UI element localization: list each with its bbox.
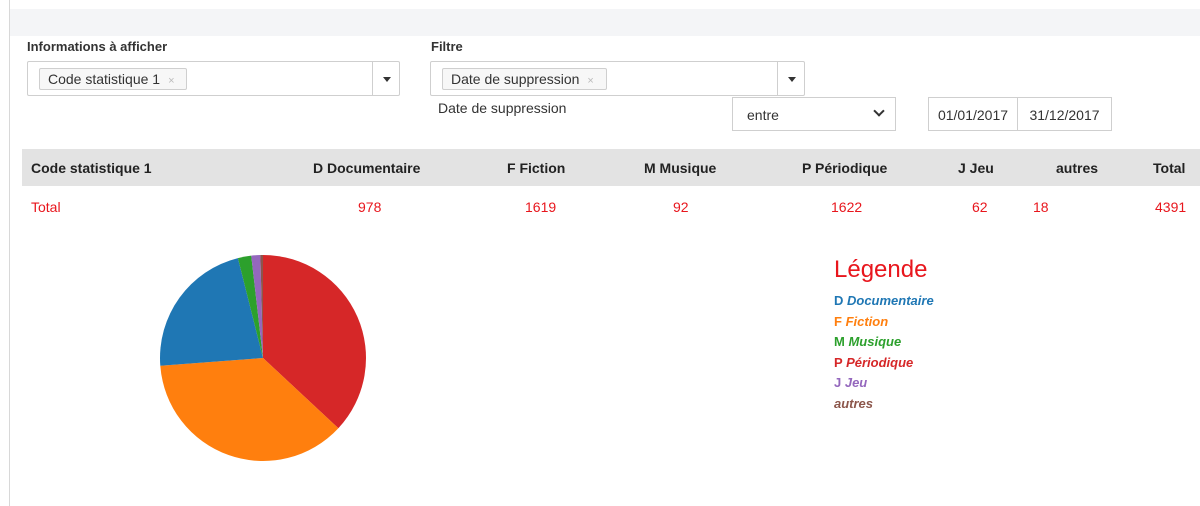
legend-item-code: P: [834, 354, 847, 370]
filter-tag: Date de suppression ×: [442, 68, 607, 90]
display-info-select[interactable]: Code statistique 1 ×: [27, 61, 400, 96]
legend-item-name: Jeu: [844, 375, 868, 390]
legend-item: D Documentaire: [834, 293, 934, 308]
legend-item-name: Musique: [848, 334, 902, 349]
date-from-input[interactable]: 01/01/2017: [928, 97, 1018, 131]
filter-label: Filtre: [431, 39, 463, 54]
date-from-value: 01/01/2017: [937, 107, 1009, 123]
display-tag: Code statistique 1 ×: [39, 68, 187, 90]
table-header: [22, 149, 1200, 186]
filter-tag-remove-icon[interactable]: ×: [587, 75, 593, 87]
legend-item-code: M: [834, 334, 849, 349]
display-tag-label: Code statistique 1: [48, 71, 161, 87]
total-all: 4391: [1155, 199, 1187, 215]
legend-item: F Fiction: [834, 314, 888, 329]
col-header-jeu[interactable]: J Jeu: [958, 160, 994, 176]
filter-select-caret-icon[interactable]: [788, 77, 796, 82]
legend-item: J Jeu: [834, 375, 867, 390]
display-tag-remove-icon[interactable]: ×: [168, 75, 174, 87]
col-header-musique[interactable]: M Musique: [644, 160, 716, 176]
total-musique: 92: [673, 199, 689, 215]
legend-item: P Périodique: [834, 355, 913, 370]
operator-select[interactable]: entre: [732, 97, 896, 131]
col-header-fiction[interactable]: F Fiction: [507, 160, 565, 176]
total-jeu: 62: [972, 199, 988, 215]
legend-item-name: Documentaire: [847, 293, 934, 308]
pie-chart: [160, 255, 366, 461]
total-fiction: 1619: [525, 199, 557, 215]
legend-item: M Musique: [834, 334, 901, 349]
legend-title: Légende: [834, 256, 928, 283]
legend-item-name: Périodique: [846, 354, 914, 370]
col-header-total[interactable]: Total: [1153, 160, 1185, 176]
legend-item-code: D: [834, 293, 847, 308]
col-header-autres[interactable]: autres: [1056, 160, 1098, 176]
legend-item-code: J: [834, 375, 845, 390]
col-header-code[interactable]: Code statistique 1: [31, 160, 152, 176]
filter-select-divider: [777, 62, 778, 95]
date-to-input[interactable]: 31/12/2017: [1017, 97, 1112, 131]
left-border: [9, 0, 10, 506]
date-to-value: 31/12/2017: [1029, 107, 1100, 123]
display-info-label: Informations à afficher: [27, 39, 168, 54]
legend-item: autres: [834, 396, 873, 411]
display-select-divider: [372, 62, 373, 95]
display-select-caret-icon[interactable]: [383, 77, 391, 82]
date-field-label: Date de suppression: [438, 100, 567, 116]
operator-value: entre: [747, 107, 779, 123]
legend-item-name: autres: [834, 395, 874, 411]
total-periodique: 1622: [831, 199, 863, 215]
filter-tag-label: Date de suppression: [451, 71, 580, 87]
total-documentaire: 978: [358, 199, 382, 215]
col-header-documentaire[interactable]: D Documentaire: [313, 160, 420, 176]
col-header-periodique[interactable]: P Périodique: [802, 160, 887, 176]
chevron-down-icon: [873, 105, 885, 117]
legend-item-code: F: [834, 313, 846, 329]
filter-select[interactable]: Date de suppression ×: [430, 61, 805, 96]
top-bar: [10, 9, 1200, 36]
total-row-label: Total: [31, 199, 61, 215]
legend-item-name: Fiction: [845, 313, 889, 329]
total-autres: 18: [1033, 199, 1049, 215]
